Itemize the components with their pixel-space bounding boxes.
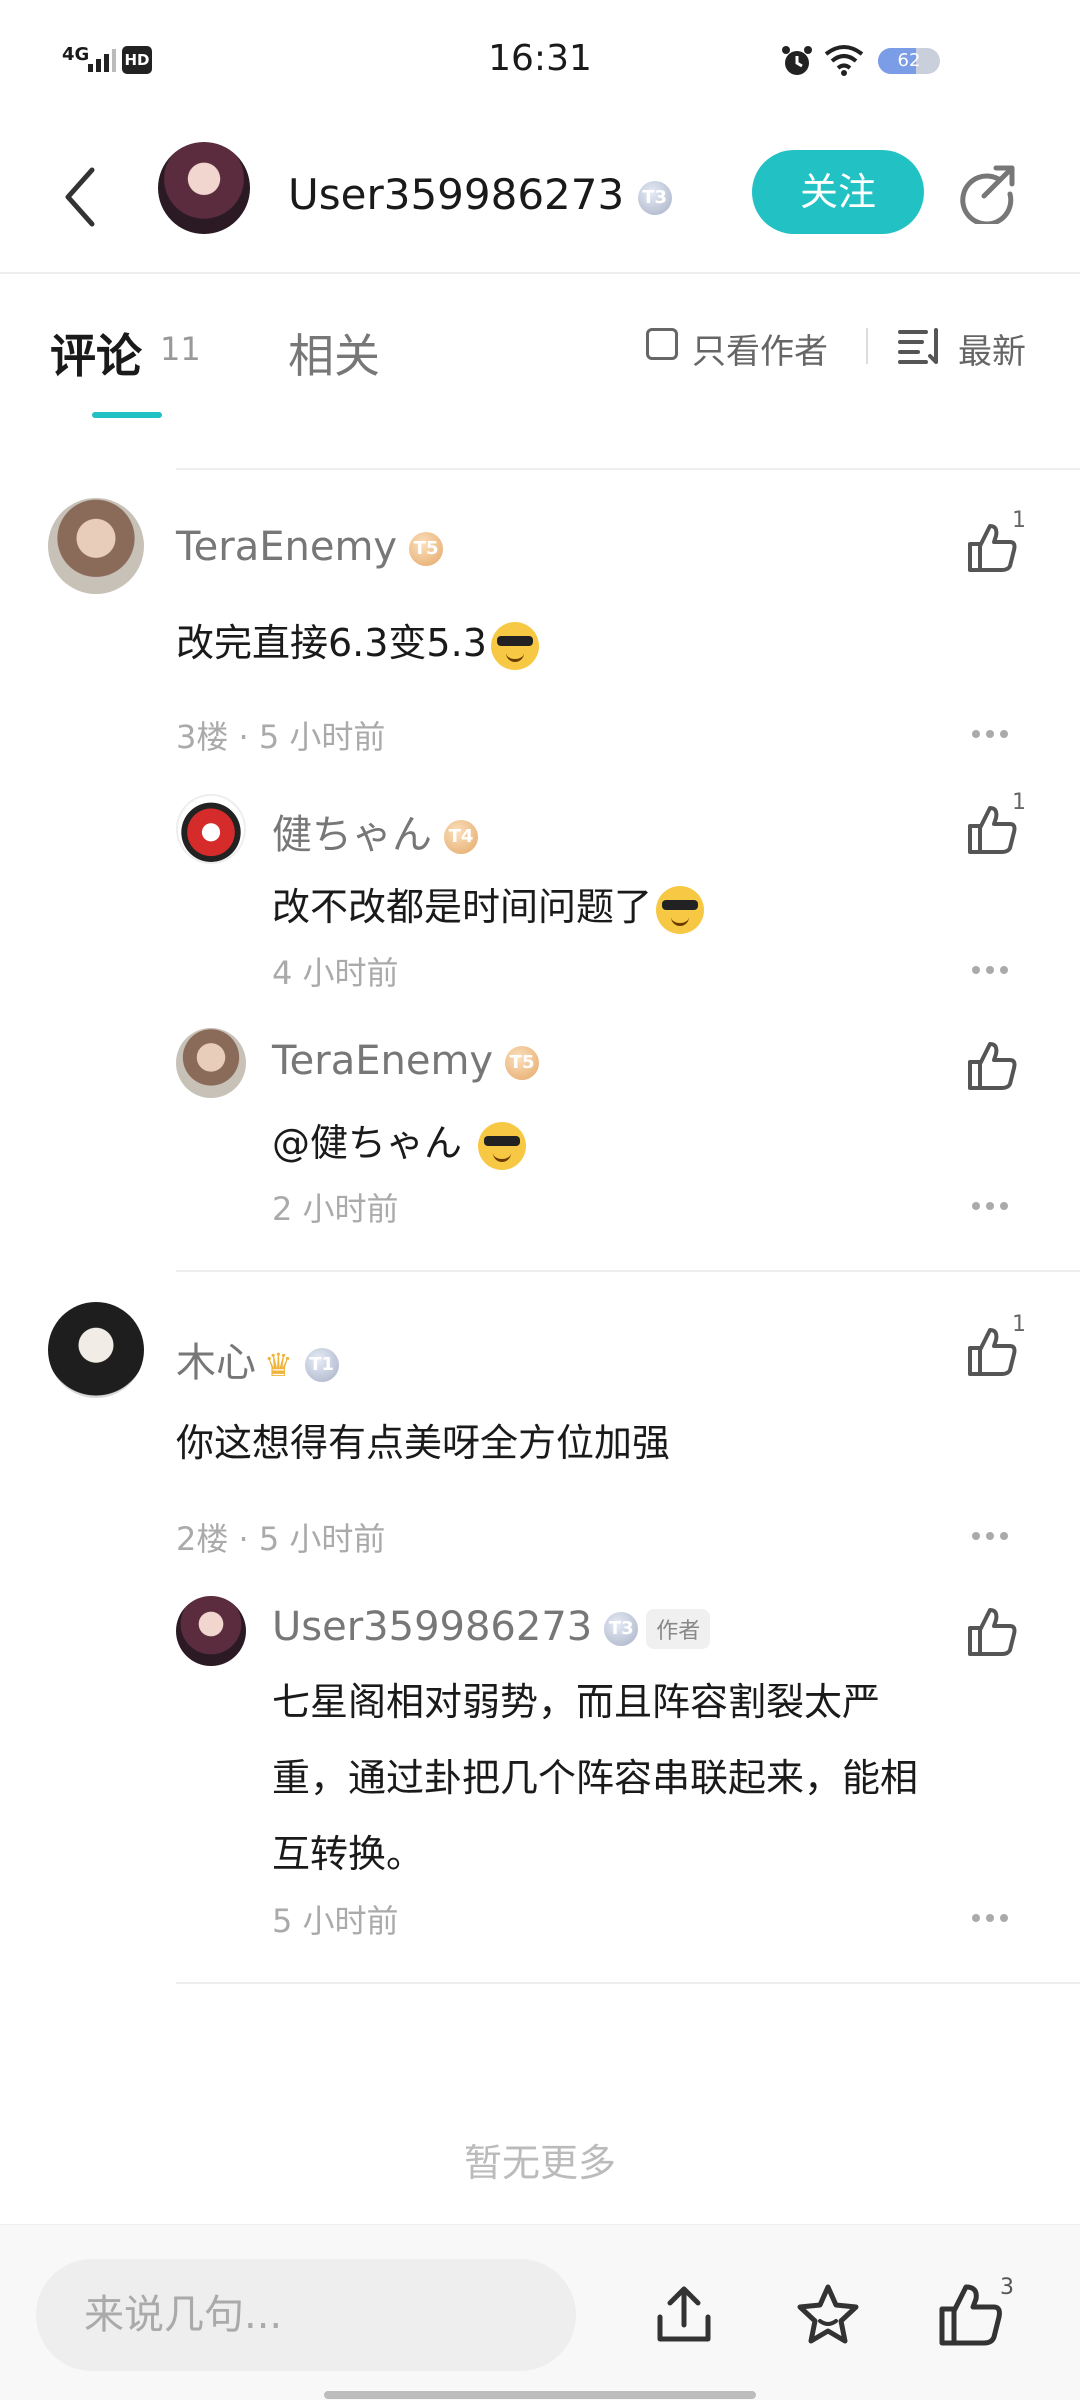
divider [176, 468, 1080, 470]
more-icon[interactable] [970, 1530, 1010, 1542]
author-tag: 作者 [646, 1609, 711, 1649]
like-icon[interactable] [966, 1326, 1018, 1378]
status-bar: 4G HD 16:31 62 [0, 0, 1080, 120]
more-icon[interactable] [970, 1200, 1010, 1212]
level-badge: T1 [304, 1348, 339, 1382]
tab-comments[interactable]: 评论 [50, 320, 142, 386]
home-indicator[interactable] [324, 2391, 756, 2399]
like-icon[interactable] [966, 1040, 1018, 1092]
emoji-icon [478, 1121, 527, 1170]
comments-count: 11 [160, 330, 201, 368]
tab-related[interactable]: 相关 [288, 320, 380, 386]
tabs-separator [866, 328, 868, 364]
only-author-label[interactable]: 只看作者 [692, 324, 828, 373]
star-icon[interactable] [794, 2281, 862, 2349]
reply-time: 2 小时前 [272, 1190, 399, 1228]
divider [176, 1270, 1080, 1272]
avatar[interactable] [48, 1302, 144, 1398]
level-badge: T4 [444, 820, 478, 854]
like-count: 3 [1000, 2275, 1014, 2300]
comment-meta: 3楼 · 5 小时前 [176, 718, 386, 756]
only-author-checkbox[interactable] [646, 328, 678, 360]
reply-text: @健ちゃん [272, 1112, 527, 1170]
level-badge: T5 [505, 1046, 540, 1080]
sort-latest-button[interactable]: 最新 [958, 324, 1026, 373]
like-count: 1 [1012, 508, 1026, 533]
avatar[interactable] [176, 1596, 246, 1666]
author-name[interactable]: User359986273 T3 [288, 170, 672, 219]
reply-time: 4 小时前 [272, 954, 399, 992]
bottom-action-bar: 来说几句... 3 [0, 2224, 1080, 2400]
like-count: 1 [1012, 1312, 1026, 1337]
level-badge: T3 [637, 180, 672, 215]
battery-indicator: 62 [878, 48, 940, 74]
like-icon[interactable] [966, 522, 1018, 574]
level-badge: T3 [604, 1612, 639, 1646]
level-badge: T5 [409, 532, 444, 566]
share-icon[interactable] [956, 162, 1018, 224]
back-icon[interactable] [56, 160, 104, 234]
reply-text: 七星阁相对弱势，而且阵容割裂太严 重，通过卦把几个阵容串联起来，能相 互转换。 [272, 1680, 919, 1876]
reply-time: 5 小时前 [272, 1902, 399, 1940]
like-icon[interactable] [936, 2281, 1004, 2349]
more-icon[interactable] [970, 728, 1010, 740]
no-more-label: 暂无更多 [463, 2141, 616, 2185]
emoji-icon [490, 621, 539, 670]
avatar[interactable] [176, 1028, 246, 1098]
author-avatar[interactable] [158, 142, 250, 234]
like-icon[interactable] [966, 1606, 1018, 1658]
reply-text: 改不改都是时间问题了 [272, 876, 705, 934]
upload-icon[interactable] [650, 2281, 718, 2349]
more-icon[interactable] [970, 964, 1010, 976]
like-icon[interactable] [966, 804, 1018, 856]
reply-username[interactable]: 健ちゃん T4 [272, 802, 478, 860]
comment-username[interactable]: TeraEnemy T5 [176, 524, 444, 570]
avatar[interactable] [48, 498, 144, 594]
comment-tabs: 评论 11 相关 只看作者 最新 [0, 274, 1080, 470]
avatar[interactable] [176, 794, 246, 864]
comment-text: 改完直接6.3变5.3 [176, 612, 539, 670]
divider [176, 1982, 1080, 1984]
like-count: 1 [1012, 790, 1026, 815]
reply-username[interactable]: User359986273 T3 作者 [272, 1604, 711, 1650]
comment-text: 你这想得有点美呀全方位加强 [176, 1421, 671, 1465]
emoji-icon [656, 885, 705, 934]
comment-username[interactable]: 木心 ♛ T1 [176, 1330, 339, 1388]
battery-level: 62 [897, 50, 921, 71]
active-tab-indicator [92, 412, 162, 418]
reply-username[interactable]: TeraEnemy T5 [272, 1038, 540, 1084]
post-header: User359986273 T3 关注 [0, 120, 1080, 274]
alarm-icon [782, 46, 812, 75]
more-icon[interactable] [970, 1912, 1010, 1924]
wifi-icon [824, 45, 864, 76]
crown-icon: ♛ [264, 1346, 293, 1384]
sort-icon[interactable] [898, 326, 944, 366]
follow-button[interactable]: 关注 [752, 150, 924, 234]
comment-meta: 2楼 · 5 小时前 [176, 1520, 386, 1558]
comment-input[interactable]: 来说几句... [36, 2259, 576, 2371]
